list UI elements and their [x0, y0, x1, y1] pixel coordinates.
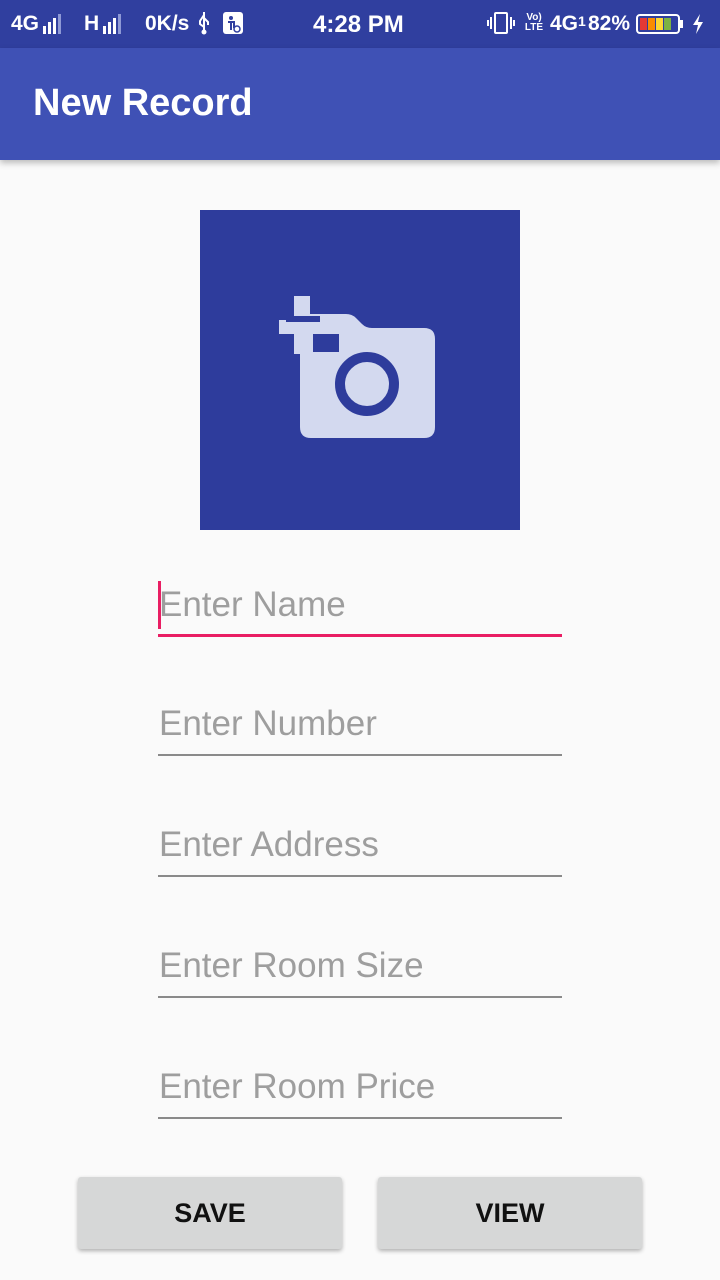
network-type-2: H: [84, 12, 100, 35]
app-bar: New Record: [0, 48, 720, 160]
name-field[interactable]: [158, 577, 563, 637]
volte-indicator: Vo) LTE: [521, 13, 547, 33]
room-price-field[interactable]: [158, 1059, 563, 1119]
address-input[interactable]: [158, 817, 563, 873]
add-photo-button[interactable]: [200, 210, 520, 530]
volte-text: Vo) LTE: [524, 12, 544, 33]
name-underline: [158, 634, 562, 637]
signal-group-3: 4G 1: [550, 12, 586, 36]
network-speed-text: 0K/s: [145, 12, 190, 35]
vibrate-icon: [486, 11, 516, 35]
battery-percent-text: 82%: [588, 12, 631, 35]
network-speed: 0K/s: [145, 12, 189, 36]
clock: 4:28 PM: [313, 11, 404, 39]
accessibility-icon: [222, 11, 244, 35]
sim-index: 1: [578, 13, 586, 29]
battery-icon: [636, 14, 684, 34]
room-size-underline: [158, 996, 562, 998]
signal-group-1: 4G: [11, 12, 62, 36]
number-field[interactable]: [158, 696, 563, 756]
add-photo-icon: [279, 296, 435, 438]
network-type-1: 4G: [11, 12, 40, 35]
room-price-underline: [158, 1117, 562, 1119]
signal-icon: [103, 14, 122, 34]
battery-percent: 82%: [588, 12, 630, 36]
page-title: New Record: [33, 82, 253, 124]
clock-text: 4:28 PM: [313, 11, 404, 38]
name-input[interactable]: [158, 577, 563, 633]
signal-icon: [43, 14, 62, 34]
address-underline: [158, 875, 562, 877]
charging-icon: [691, 13, 705, 35]
network-type-3: 4G: [550, 12, 579, 35]
save-button[interactable]: SAVE: [78, 1177, 342, 1249]
room-size-input[interactable]: [158, 938, 563, 994]
number-underline: [158, 754, 562, 756]
room-size-field[interactable]: [158, 938, 563, 998]
room-price-input[interactable]: [158, 1059, 563, 1115]
signal-group-2: H: [84, 12, 122, 36]
address-field[interactable]: [158, 817, 563, 877]
number-input[interactable]: [158, 696, 563, 752]
status-bar: 4G H 0K/s 4:28 PM Vo) LTE 4G 1 82%: [0, 0, 720, 48]
usb-icon: [196, 11, 212, 35]
view-button[interactable]: VIEW: [378, 1177, 642, 1249]
text-cursor: [158, 581, 161, 629]
